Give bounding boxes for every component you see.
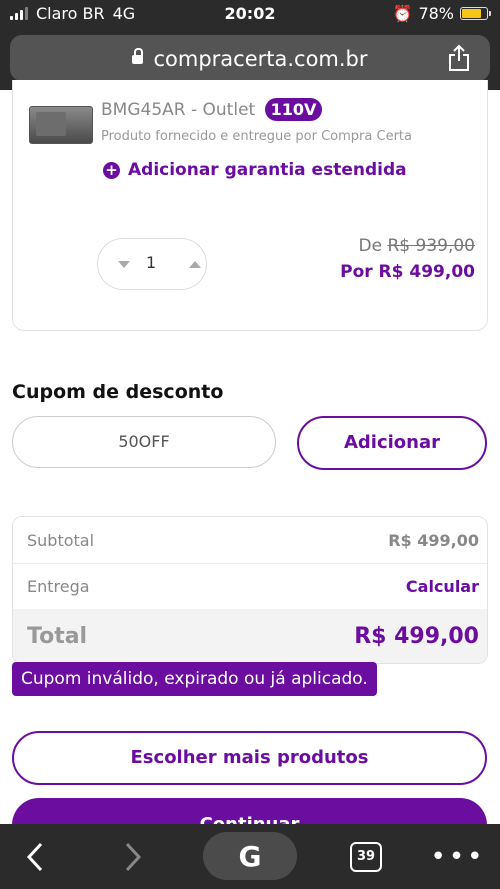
choose-more-products-button[interactable]: Escolher mais produtos (12, 731, 487, 785)
plus-circle-icon: + (103, 161, 120, 179)
product-image[interactable] (29, 106, 93, 144)
add-coupon-button[interactable]: Adicionar (297, 416, 487, 470)
quantity-value: 1 (146, 253, 157, 272)
tabs-count: 39 (350, 841, 382, 872)
lock-icon (132, 47, 144, 64)
sale-price: Por R$ 499,00 (340, 262, 475, 282)
warranty-label: Adicionar garantia estendida (128, 160, 407, 180)
delivery-label: Entrega (27, 576, 90, 596)
alarm-icon: ⏰ (392, 4, 413, 23)
add-warranty-link[interactable]: + Adicionar garantia estendida (103, 160, 407, 180)
chevron-right-icon (125, 842, 142, 871)
original-price: De R$ 939,00 (359, 236, 475, 256)
coupon-input[interactable]: 50OFF (12, 416, 276, 468)
voltage-badge: 110V (264, 98, 323, 121)
price-from-value: R$ 939,00 (387, 236, 475, 256)
google-icon: G (238, 839, 262, 873)
subtotal-value: R$ 499,00 (388, 530, 479, 550)
address-bar[interactable]: compracerta.com.br (10, 35, 490, 81)
browser-toolbar: G 39 ••• (0, 824, 500, 889)
share-icon[interactable] (446, 44, 472, 72)
forward-button[interactable] (108, 824, 158, 889)
back-button[interactable] (10, 824, 60, 889)
coupon-error-message: Cupom inválido, expirado ou já aplicado. (12, 662, 377, 696)
status-right: ⏰ 78% (392, 4, 491, 23)
tabs-button[interactable]: 39 (348, 824, 384, 889)
delivery-row: Entrega Calcular (13, 563, 487, 609)
more-menu-button[interactable]: ••• (430, 824, 486, 889)
price-from-label: De (358, 236, 383, 256)
quantity-stepper[interactable]: 1 (97, 238, 207, 290)
url-text: compracerta.com.br (153, 47, 368, 71)
product-card: BMG45AR - Outlet 110V Produto fornecido … (12, 80, 488, 331)
decrease-quantity-icon[interactable] (118, 261, 130, 268)
subtotal-label: Subtotal (27, 530, 95, 550)
coupon-title: Cupom de desconto (12, 381, 224, 403)
url-display[interactable]: compracerta.com.br (10, 47, 490, 71)
total-value: R$ 499,00 (354, 623, 479, 649)
product-name[interactable]: BMG45AR - Outlet 110V (101, 98, 323, 121)
total-label: Total (27, 623, 88, 649)
calculate-delivery-link[interactable]: Calcular (406, 577, 479, 596)
google-search-button[interactable]: G (203, 832, 297, 880)
order-summary: Subtotal R$ 499,00 Entrega Calcular Tota… (12, 516, 488, 664)
more-dots-icon: ••• (430, 841, 486, 872)
chevron-left-icon (26, 842, 43, 871)
increase-quantity-icon[interactable] (189, 261, 201, 268)
subtotal-row: Subtotal R$ 499,00 (13, 517, 487, 564)
status-bar: Claro BR 4G 20:02 ⏰ 78% (0, 0, 500, 30)
seller-info: Produto fornecido e entregue por Compra … (101, 129, 412, 144)
battery-icon (460, 7, 491, 20)
product-name-text: BMG45AR - Outlet (101, 100, 256, 120)
total-row: Total R$ 499,00 (13, 609, 487, 663)
battery-percent: 78% (418, 4, 454, 23)
